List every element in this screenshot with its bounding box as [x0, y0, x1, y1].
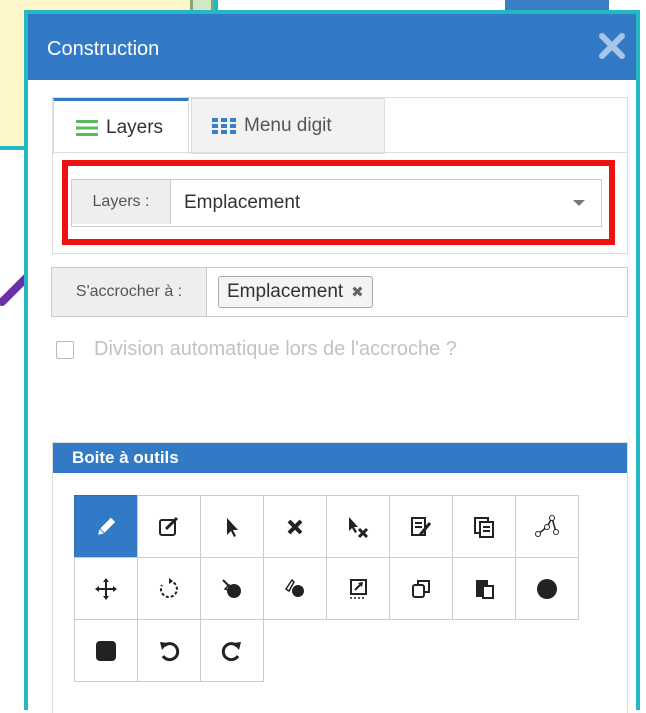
circle-icon: [537, 578, 557, 599]
grid-icon: [212, 118, 236, 134]
edit-attributes-icon: [411, 516, 432, 536]
undo-icon: [160, 641, 180, 661]
tool-undo[interactable]: [137, 619, 201, 682]
tool-cut[interactable]: [263, 557, 327, 620]
edit-icon: [159, 516, 179, 536]
toolbox-grid: [74, 495, 579, 682]
highlight-box: [62, 160, 615, 245]
duplicate-icon: [412, 579, 430, 598]
snap-chip: Emplacement ✖: [218, 276, 373, 308]
delete-icon: [287, 519, 303, 534]
toolbox-header: Boite à outils: [53, 443, 627, 473]
copy-attributes-icon: [474, 516, 494, 538]
tool-edit-attributes[interactable]: [389, 495, 453, 558]
square-icon: [96, 640, 116, 661]
snap-label: S'accrocher à :: [52, 268, 207, 316]
auto-split-label: Division automatique lors de l'accroche …: [94, 338, 457, 360]
snap-field[interactable]: S'accrocher à : Emplacement ✖: [51, 267, 628, 317]
tab-layers-label: Layers: [106, 116, 164, 138]
tool-draw[interactable]: [74, 495, 138, 558]
close-icon[interactable]: [596, 30, 628, 62]
resize-icon: [350, 578, 367, 599]
tab-menu-digit-label: Menu digit: [244, 115, 332, 136]
list-icon: [76, 119, 98, 136]
tool-select[interactable]: [200, 495, 264, 558]
chip-remove-icon[interactable]: ✖: [351, 283, 364, 301]
tool-vertex[interactable]: [515, 495, 579, 558]
cut-icon: [284, 578, 304, 597]
auto-split-checkbox[interactable]: [56, 341, 74, 359]
rotate-icon: [159, 577, 178, 598]
toolbox-panel: Boite à outils: [52, 442, 628, 713]
tab-menu-digit[interactable]: Menu digit: [191, 98, 385, 154]
vertex-icon: [535, 514, 559, 537]
pointer-delete-icon: [349, 516, 369, 538]
paste-icon: [476, 579, 494, 599]
split-icon: [222, 578, 241, 598]
tool-resize[interactable]: [326, 557, 390, 620]
move-icon: [95, 577, 117, 600]
tool-circle[interactable]: [515, 557, 579, 620]
tool-delete[interactable]: [263, 495, 327, 558]
tool-rotate[interactable]: [137, 557, 201, 620]
tab-layers[interactable]: Layers: [53, 98, 189, 154]
pencil-icon: [98, 517, 116, 535]
panel-title: Construction: [47, 38, 160, 60]
panel-header: Construction: [28, 14, 636, 80]
redo-icon: [221, 641, 241, 661]
tool-paste[interactable]: [452, 557, 516, 620]
tool-redo[interactable]: [200, 619, 264, 682]
tool-copy-attributes[interactable]: [452, 495, 516, 558]
tool-square[interactable]: [74, 619, 138, 682]
tool-select-delete[interactable]: [326, 495, 390, 558]
snap-chip-label: Emplacement: [227, 281, 344, 302]
tool-split[interactable]: [200, 557, 264, 620]
tool-move[interactable]: [74, 557, 138, 620]
construction-panel: Construction Layers Menu digit Layers: …: [24, 10, 640, 713]
pointer-icon: [227, 517, 238, 537]
tool-edit[interactable]: [137, 495, 201, 558]
tool-duplicate[interactable]: [389, 557, 453, 620]
tab-bar: Layers Menu digit: [52, 97, 628, 154]
